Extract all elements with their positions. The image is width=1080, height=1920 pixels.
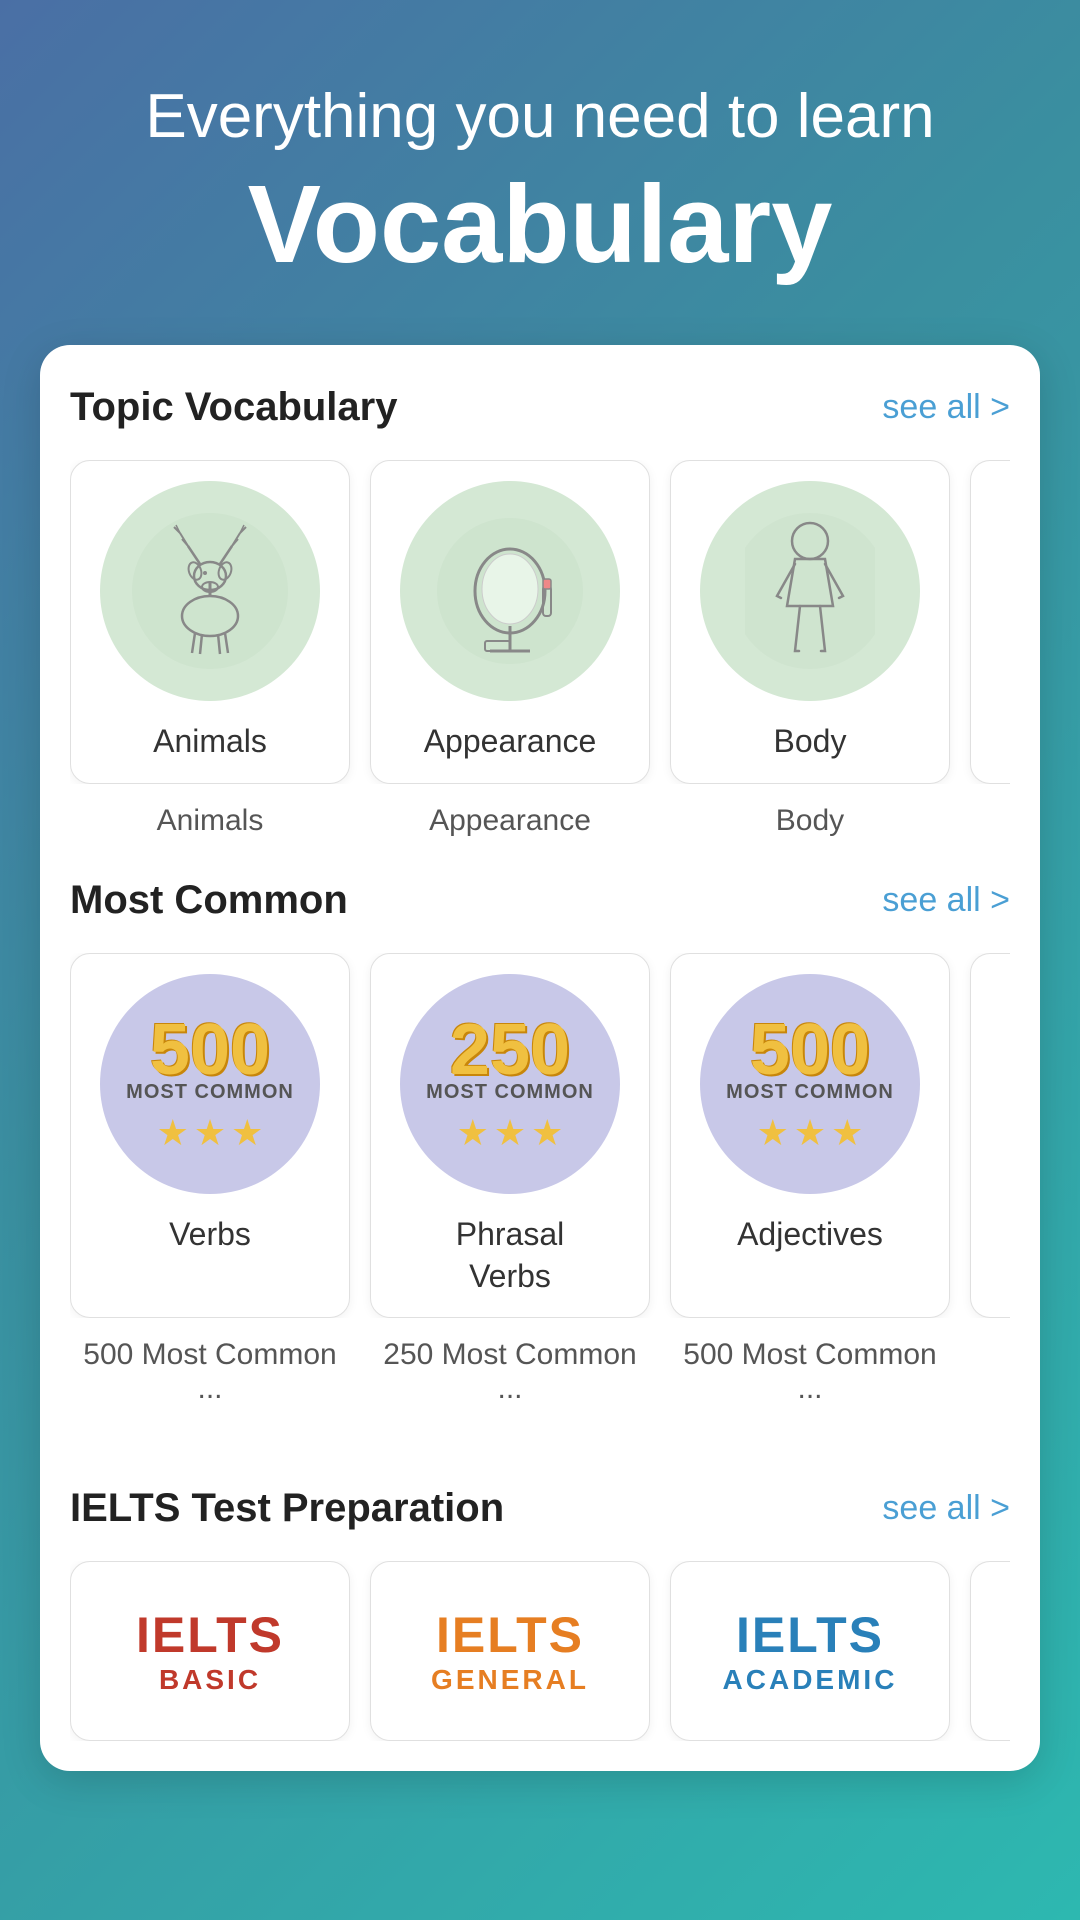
content-card: Topic Vocabulary see all > <box>40 345 1040 1771</box>
adjectives-stars: ★ ★ ★ <box>757 1112 864 1154</box>
animals-card-label: Animals <box>153 721 267 763</box>
hero-subtitle: Everything you need to learn <box>60 80 1020 154</box>
appearance-card-image <box>400 481 620 701</box>
ielts-academic-sub: ACADEMIC <box>723 1664 898 1696</box>
ielts-general-main: IELTS <box>436 1606 584 1664</box>
phrasal-stars: ★ ★ ★ <box>457 1112 564 1154</box>
ielts-academic-main: IELTS <box>736 1606 884 1664</box>
adjectives-card-label: Adjectives <box>737 1214 883 1256</box>
topic-card-appearance[interactable]: Appearance <box>370 460 650 784</box>
body-card-label: Body <box>774 721 847 763</box>
phrasal-number: 250 <box>450 1014 570 1086</box>
ielts-partial-card <box>970 1561 1010 1741</box>
animals-card-image <box>100 481 320 701</box>
ielts-card-academic[interactable]: IELTS ACADEMIC <box>670 1561 950 1741</box>
topic-card-body[interactable]: Body <box>670 460 950 784</box>
topic-section-header: Topic Vocabulary see all > <box>70 385 1010 430</box>
ielts-cards-row: IELTS BASIC IELTS GENERAL IELTS ACADEMIC <box>70 1561 1010 1741</box>
topic-labels-row: Animals Appearance Body <box>70 804 1010 838</box>
adjectives-badge: 500 MOST COMMON ★ ★ ★ <box>726 1014 894 1154</box>
verbs-card-label: Verbs <box>169 1214 251 1256</box>
body-card-image <box>700 481 920 701</box>
phrasal-badge-text: MOST COMMON <box>426 1081 594 1104</box>
common-see-all-link[interactable]: see all > <box>882 881 1010 920</box>
verbs-card-image: 500 MOST COMMON ★ ★ ★ <box>100 974 320 1194</box>
phrasal-card-image: 250 MOST COMMON ★ ★ ★ <box>400 974 620 1194</box>
phrasal-bottom-label: 250 Most Common ... <box>370 1338 650 1406</box>
appearance-card-label: Appearance <box>424 721 597 763</box>
topic-see-all-link[interactable]: see all > <box>882 388 1010 427</box>
phrasal-badge: 250 MOST COMMON ★ ★ ★ <box>426 1014 594 1154</box>
ielts-card-general[interactable]: IELTS GENERAL <box>370 1561 650 1741</box>
common-card-phrasal[interactable]: 250 MOST COMMON ★ ★ ★ PhrasalVerbs <box>370 953 650 1318</box>
topic-section-title: Topic Vocabulary <box>70 385 397 430</box>
verbs-badge: 500 MOST COMMON ★ ★ ★ <box>126 1014 294 1154</box>
topic-cards-row: Animals <box>70 460 1010 784</box>
ielts-basic-sub: BASIC <box>159 1664 261 1696</box>
verbs-stars: ★ ★ ★ <box>157 1112 264 1154</box>
verbs-badge-text: MOST COMMON <box>126 1081 294 1104</box>
appearance-bottom-label: Appearance <box>370 804 650 838</box>
common-section-title: Most Common <box>70 878 348 923</box>
adjectives-badge-text: MOST COMMON <box>726 1081 894 1104</box>
hero-section: Everything you need to learn Vocabulary <box>0 0 1080 345</box>
verbs-number: 500 <box>150 1014 270 1086</box>
ielts-section-title: IELTS Test Preparation <box>70 1486 504 1531</box>
ielts-card-basic[interactable]: IELTS BASIC <box>70 1561 350 1741</box>
ielts-section-header: IELTS Test Preparation see all > <box>70 1486 1010 1531</box>
ielts-basic-main: IELTS <box>136 1606 284 1664</box>
verbs-bottom-label: 500 Most Common ... <box>70 1338 350 1406</box>
topic-card-animals[interactable]: Animals <box>70 460 350 784</box>
common-cards-row: 500 MOST COMMON ★ ★ ★ Verbs 250 MOST COM… <box>70 953 1010 1318</box>
ielts-general-sub: GENERAL <box>431 1664 589 1696</box>
ielts-see-all-link[interactable]: see all > <box>882 1489 1010 1528</box>
adjectives-bottom-label: 500 Most Common ... <box>670 1338 950 1406</box>
adjectives-number: 500 <box>750 1014 870 1086</box>
body-bottom-label: Body <box>670 804 950 838</box>
ielts-section: IELTS Test Preparation see all > IELTS B… <box>70 1486 1010 1741</box>
topic-partial-card <box>970 460 1010 784</box>
common-card-verbs[interactable]: 500 MOST COMMON ★ ★ ★ Verbs <box>70 953 350 1318</box>
common-partial-card <box>970 953 1010 1318</box>
phrasal-card-label: PhrasalVerbs <box>456 1214 565 1297</box>
hero-title: Vocabulary <box>60 164 1020 285</box>
animals-bottom-label: Animals <box>70 804 350 838</box>
common-labels-row: 500 Most Common ... 250 Most Common ... … <box>70 1338 1010 1406</box>
common-card-adjectives[interactable]: 500 MOST COMMON ★ ★ ★ Adjectives <box>670 953 950 1318</box>
common-section-header: Most Common see all > <box>70 878 1010 923</box>
adjectives-card-image: 500 MOST COMMON ★ ★ ★ <box>700 974 920 1194</box>
